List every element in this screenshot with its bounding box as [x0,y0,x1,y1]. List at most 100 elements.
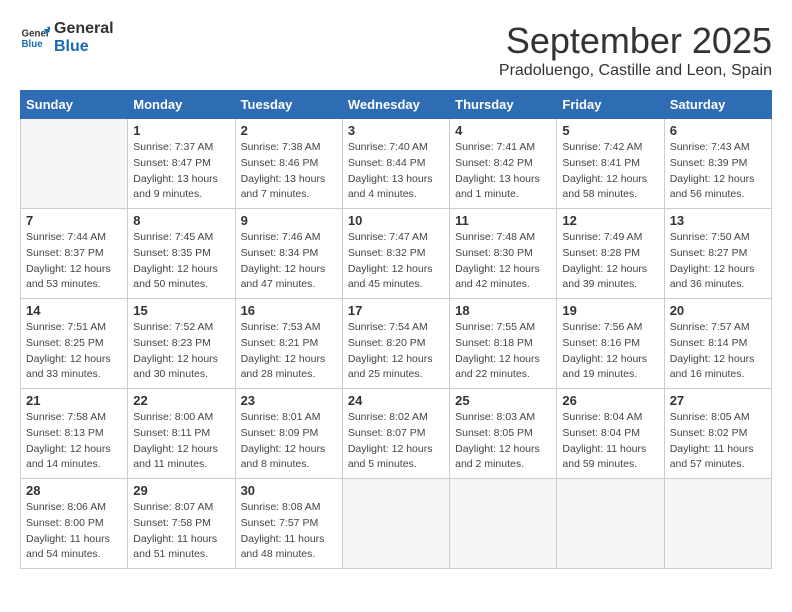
calendar-cell: 13Sunrise: 7:50 AMSunset: 8:27 PMDayligh… [664,209,771,299]
calendar-cell: 9 Sunrise: 7:46 AMSunset: 8:34 PMDaylight… [235,209,342,299]
calendar-cell: 4Sunrise: 7:41 AMSunset: 8:42 PMDaylight… [450,119,557,209]
calendar-cell [557,479,664,569]
day-number: 26 [562,393,658,408]
day-number: 21 [26,393,122,408]
calendar-cell: 12 Sunrise: 7:49 AMSunset: 8:28 PMDayligh… [557,209,664,299]
calendar-cell: 11 Sunrise: 7:48 AMSunset: 8:30 PMDayligh… [450,209,557,299]
day-info: Sunrise: 7:49 AMSunset: 8:28 PMDaylight:… [562,230,658,293]
calendar-cell: 3 Sunrise: 7:40 AMSunset: 8:44 PMDaylight… [342,119,449,209]
day-number: 22 [133,393,229,408]
page-header: General Blue General Blue September 2025… [20,20,772,80]
calendar-cell: 1 Sunrise: 7:37 AMSunset: 8:47 PMDaylight… [128,119,235,209]
calendar-cell: 26 Sunrise: 8:04 AMSunset: 8:04 PMDayligh… [557,389,664,479]
calendar-cell: 16Sunrise: 7:53 AMSunset: 8:21 PMDayligh… [235,299,342,389]
day-number: 29 [133,483,229,498]
calendar-cell: 14 Sunrise: 7:51 AMSunset: 8:25 PMDayligh… [21,299,128,389]
day-info: Sunrise: 8:01 AMSunset: 8:09 PMDaylight:… [241,410,337,473]
calendar-week-row: 1 Sunrise: 7:37 AMSunset: 8:47 PMDaylight… [21,119,772,209]
day-number: 25 [455,393,551,408]
calendar-header-thursday: Thursday [450,91,557,119]
day-info: Sunrise: 7:54 AMSunset: 8:20 PMDaylight:… [348,320,444,383]
calendar-header-friday: Friday [557,91,664,119]
day-info: Sunrise: 8:05 AMSunset: 8:02 PMDaylight:… [670,410,766,473]
day-number: 18 [455,303,551,318]
day-info: Sunrise: 8:00 AMSunset: 8:11 PMDaylight:… [133,410,229,473]
calendar-header-tuesday: Tuesday [235,91,342,119]
day-info: Sunrise: 8:03 AMSunset: 8:05 PMDaylight:… [455,410,551,473]
calendar-cell [664,479,771,569]
calendar-header-saturday: Saturday [664,91,771,119]
day-number: 3 [348,123,444,138]
calendar-header-row: SundayMondayTuesdayWednesdayThursdayFrid… [21,91,772,119]
logo-icon: General Blue [20,23,50,53]
day-number: 23 [241,393,337,408]
day-number: 4 [455,123,551,138]
calendar-cell: 10 Sunrise: 7:47 AMSunset: 8:32 PMDayligh… [342,209,449,299]
calendar-week-row: 28 Sunrise: 8:06 AMSunset: 8:00 PMDayligh… [21,479,772,569]
calendar-week-row: 21 Sunrise: 7:58 AMSunset: 8:13 PMDayligh… [21,389,772,479]
day-info: Sunrise: 8:02 AMSunset: 8:07 PMDaylight:… [348,410,444,473]
day-info: Sunrise: 7:38 AMSunset: 8:46 PMDaylight:… [241,140,337,203]
day-number: 9 [241,213,337,228]
day-number: 14 [26,303,122,318]
day-info: Sunrise: 8:08 AMSunset: 7:57 PMDaylight:… [241,500,337,563]
calendar-header-wednesday: Wednesday [342,91,449,119]
calendar-cell: 27 Sunrise: 8:05 AMSunset: 8:02 PMDayligh… [664,389,771,479]
logo-line1: General [54,20,114,38]
calendar-cell: 22 Sunrise: 8:00 AMSunset: 8:11 PMDayligh… [128,389,235,479]
day-number: 28 [26,483,122,498]
day-number: 2 [241,123,337,138]
day-info: Sunrise: 7:40 AMSunset: 8:44 PMDaylight:… [348,140,444,203]
calendar-cell: 29 Sunrise: 8:07 AMSunset: 7:58 PMDayligh… [128,479,235,569]
calendar-cell: 15 Sunrise: 7:52 AMSunset: 8:23 PMDayligh… [128,299,235,389]
calendar-cell: 7 Sunrise: 7:44 AMSunset: 8:37 PMDaylight… [21,209,128,299]
day-number: 12 [562,213,658,228]
day-number: 16 [241,303,337,318]
day-number: 5 [562,123,658,138]
day-number: 11 [455,213,551,228]
day-info: Sunrise: 8:07 AMSunset: 7:58 PMDaylight:… [133,500,229,563]
calendar-cell: 28 Sunrise: 8:06 AMSunset: 8:00 PMDayligh… [21,479,128,569]
day-number: 10 [348,213,444,228]
day-info: Sunrise: 8:04 AMSunset: 8:04 PMDaylight:… [562,410,658,473]
calendar-cell: 8Sunrise: 7:45 AMSunset: 8:35 PMDaylight… [128,209,235,299]
day-info: Sunrise: 7:48 AMSunset: 8:30 PMDaylight:… [455,230,551,293]
day-number: 8 [133,213,229,228]
day-info: Sunrise: 7:46 AMSunset: 8:34 PMDaylight:… [241,230,337,293]
day-number: 1 [133,123,229,138]
day-number: 20 [670,303,766,318]
calendar-week-row: 7 Sunrise: 7:44 AMSunset: 8:37 PMDaylight… [21,209,772,299]
calendar-cell: 6Sunrise: 7:43 AMSunset: 8:39 PMDaylight… [664,119,771,209]
day-info: Sunrise: 7:51 AMSunset: 8:25 PMDaylight:… [26,320,122,383]
day-info: Sunrise: 7:42 AMSunset: 8:41 PMDaylight:… [562,140,658,203]
calendar-cell: 21 Sunrise: 7:58 AMSunset: 8:13 PMDayligh… [21,389,128,479]
day-number: 15 [133,303,229,318]
calendar-cell: 23 Sunrise: 8:01 AMSunset: 8:09 PMDayligh… [235,389,342,479]
calendar-cell: 17 Sunrise: 7:54 AMSunset: 8:20 PMDayligh… [342,299,449,389]
day-info: Sunrise: 7:57 AMSunset: 8:14 PMDaylight:… [670,320,766,383]
day-number: 30 [241,483,337,498]
logo-line2: Blue [54,38,114,56]
calendar-cell [342,479,449,569]
calendar-cell: 5 Sunrise: 7:42 AMSunset: 8:41 PMDaylight… [557,119,664,209]
day-number: 19 [562,303,658,318]
day-info: Sunrise: 7:52 AMSunset: 8:23 PMDaylight:… [133,320,229,383]
day-info: Sunrise: 7:55 AMSunset: 8:18 PMDaylight:… [455,320,551,383]
day-number: 27 [670,393,766,408]
day-number: 7 [26,213,122,228]
calendar-cell [450,479,557,569]
day-info: Sunrise: 7:47 AMSunset: 8:32 PMDaylight:… [348,230,444,293]
logo: General Blue General Blue [20,20,114,55]
day-info: Sunrise: 7:58 AMSunset: 8:13 PMDaylight:… [26,410,122,473]
day-number: 17 [348,303,444,318]
calendar-cell: 30 Sunrise: 8:08 AMSunset: 7:57 PMDayligh… [235,479,342,569]
title-block: September 2025 Pradoluengo, Castille and… [499,20,772,80]
calendar-cell: 19Sunrise: 7:56 AMSunset: 8:16 PMDayligh… [557,299,664,389]
calendar-cell: 18 Sunrise: 7:55 AMSunset: 8:18 PMDayligh… [450,299,557,389]
calendar-cell: 25 Sunrise: 8:03 AMSunset: 8:05 PMDayligh… [450,389,557,479]
day-info: Sunrise: 7:50 AMSunset: 8:27 PMDaylight:… [670,230,766,293]
day-info: Sunrise: 7:44 AMSunset: 8:37 PMDaylight:… [26,230,122,293]
calendar-week-row: 14 Sunrise: 7:51 AMSunset: 8:25 PMDayligh… [21,299,772,389]
day-info: Sunrise: 8:06 AMSunset: 8:00 PMDaylight:… [26,500,122,563]
day-info: Sunrise: 7:37 AMSunset: 8:47 PMDaylight:… [133,140,229,203]
